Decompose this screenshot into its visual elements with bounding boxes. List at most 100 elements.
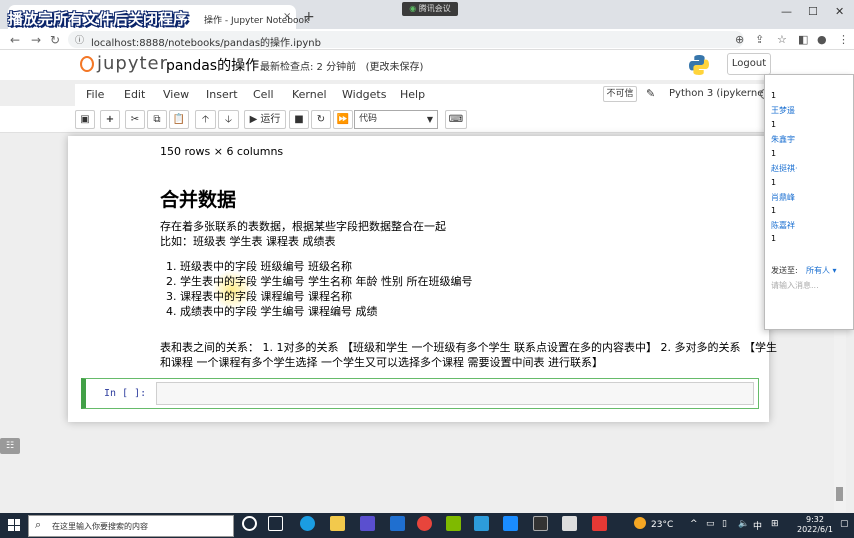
insert-cell-button[interactable]: + <box>100 110 120 129</box>
save-button[interactable]: ▣ <box>75 110 95 129</box>
zoom-icon[interactable]: ⊕ <box>735 33 744 46</box>
chat-message: 1 <box>771 234 777 243</box>
menu-file[interactable]: File <box>86 88 104 101</box>
cell-prompt: In [ ]: <box>104 388 147 399</box>
edge-icon[interactable] <box>300 516 315 531</box>
close-window-button[interactable]: ✕ <box>835 5 844 18</box>
store-icon[interactable] <box>360 516 375 531</box>
minimize-button[interactable]: — <box>781 5 792 18</box>
info-icon[interactable]: ⓘ <box>75 33 84 46</box>
battery-icon[interactable]: ▯ <box>722 519 727 529</box>
chat-input[interactable]: 请输入消息... <box>771 280 819 291</box>
notification-icon[interactable]: ▢ <box>840 519 849 529</box>
tab-close-icon[interactable]: × <box>283 11 291 22</box>
meeting-label: 腾讯会议 <box>418 4 451 13</box>
run-button[interactable]: ▶ 运行 <box>244 110 286 129</box>
side-toggle-button[interactable]: ☷ <box>0 438 20 454</box>
code-input[interactable] <box>156 382 754 405</box>
menu-kernel[interactable]: Kernel <box>292 88 327 101</box>
scrollbar-thumb[interactable] <box>836 487 843 501</box>
cut-button[interactable]: ✂ <box>125 110 145 129</box>
chat-message: 1 <box>771 120 777 129</box>
forward-arrow-icon[interactable]: → <box>31 33 41 47</box>
network-icon[interactable]: ▭ <box>706 519 715 529</box>
menu-edit[interactable]: Edit <box>124 88 145 101</box>
profile-icon[interactable]: ● <box>817 33 827 46</box>
chat-sender: 陈嘉祥 <box>771 221 795 230</box>
meeting-indicator[interactable]: ◉ 腾讯会议 <box>402 2 458 16</box>
wps-icon[interactable] <box>592 516 607 531</box>
paste-button[interactable]: 📋 <box>169 110 189 129</box>
dataframe-shape: 150 rows × 6 columns <box>160 145 284 158</box>
new-tab-button[interactable]: + <box>303 9 315 25</box>
menu-insert[interactable]: Insert <box>206 88 238 101</box>
markdown-paragraph-1: 存在着多张联系的表数据，根据某些字段把数据整合在一起 <box>160 220 446 233</box>
tencent-meeting-icon[interactable] <box>503 516 518 531</box>
paste-icon: 📋 <box>172 114 186 125</box>
windows-start-icon[interactable] <box>8 519 20 531</box>
chat-sender: 王梦遥 <box>771 106 795 115</box>
jupyter-logo-text[interactable]: jupyter <box>97 53 168 74</box>
chrome-icon[interactable] <box>417 516 432 531</box>
browser-menu-icon[interactable]: ⋮ <box>838 33 849 46</box>
checkpoint-status: 最新检查点: 2 分钟前 (更改未保存) <box>260 58 423 73</box>
input-language[interactable]: 中 <box>753 519 762 532</box>
chat-sender: 肖鼎峰 <box>771 193 795 202</box>
menu-widgets[interactable]: Widgets <box>342 88 386 101</box>
vs-app-icon[interactable] <box>474 516 489 531</box>
menu-view[interactable]: View <box>163 88 189 101</box>
chat-message: 1 <box>771 149 777 158</box>
chat-message: 1 <box>771 178 777 187</box>
list-item: 3. 课程表中的字段 课程编号 课程名称 <box>166 290 352 303</box>
grid-app-icon[interactable] <box>446 516 461 531</box>
clock-time: 9:32 <box>805 515 824 524</box>
move-down-button[interactable]: 🡣 <box>218 110 239 129</box>
weather-icon[interactable] <box>634 517 646 529</box>
chevron-down-icon: ▼ <box>426 115 433 124</box>
sidepanel-icon[interactable]: ◧ <box>798 33 808 46</box>
clock[interactable]: 9:32 2022/6/1 <box>797 515 833 535</box>
copy-button[interactable]: ⧉ <box>147 110 167 129</box>
restart-run-all-button[interactable]: ⏩ <box>333 110 353 129</box>
move-up-button[interactable]: 🡡 <box>195 110 216 129</box>
checkpoint-text: 最新检查点: 2 分钟前 <box>260 62 357 73</box>
menu-cell[interactable]: Cell <box>253 88 274 101</box>
cell-type-select[interactable]: 代码 ▼ <box>354 110 438 129</box>
untrusted-badge[interactable]: 不可信 <box>603 86 637 102</box>
notebook-name[interactable]: pandas的操作 <box>166 55 259 75</box>
clock-date: 2022/6/1 <box>797 525 833 534</box>
file-explorer-icon[interactable] <box>330 516 345 531</box>
share-icon[interactable]: ⇪ <box>755 33 764 46</box>
cortana-icon[interactable] <box>242 516 257 531</box>
meeting-icon: ◉ <box>409 4 419 13</box>
logout-button[interactable]: Logout <box>727 53 771 75</box>
relations-text-line-1: 表和表之间的关系： 1. 1对多的关系 【班级和学生 一个班级有多个学生 联系点… <box>160 341 777 354</box>
interrupt-button[interactable]: ■ <box>289 110 309 129</box>
markdown-paragraph-2: 比如：班级表 学生表 课程表 成绩表 <box>160 235 336 248</box>
temperature[interactable]: 23°C <box>651 520 673 530</box>
copy-icon: ⧉ <box>153 114 161 125</box>
ime-icon[interactable]: ⊞ <box>771 519 779 529</box>
bookmark-star-icon[interactable]: ☆ <box>777 33 787 46</box>
terminal-icon[interactable] <box>533 516 548 531</box>
scissors-icon: ✂ <box>130 114 140 125</box>
task-view-icon[interactable] <box>268 516 283 531</box>
url-text[interactable]: localhost:8888/notebooks/pandas的操作.ipynb <box>91 34 321 49</box>
maximize-button[interactable]: ☐ <box>808 5 818 18</box>
jupyter-logo-icon[interactable] <box>80 56 94 72</box>
recipient-select[interactable]: 所有人 ▾ <box>806 265 837 276</box>
arrow-down-icon: 🡣 <box>224 114 233 125</box>
command-palette-button[interactable]: ⌨ <box>445 110 467 129</box>
restart-button[interactable]: ↻ <box>311 110 331 129</box>
unsaved-text: (更改未保存) <box>365 62 424 73</box>
back-arrow-icon[interactable]: ← <box>10 33 20 47</box>
list-item: 1. 班级表中的字段 班级编号 班级名称 <box>166 260 352 273</box>
reload-icon[interactable]: ↻ <box>50 33 60 47</box>
mail-icon[interactable] <box>390 516 405 531</box>
tray-chevron-icon[interactable]: ^ <box>690 519 698 529</box>
volume-icon[interactable]: 🔈 <box>738 519 749 529</box>
kernel-name[interactable]: Python 3 (ipykernel) <box>669 88 770 99</box>
menu-help[interactable]: Help <box>400 88 425 101</box>
typora-icon[interactable] <box>562 516 577 531</box>
pencil-icon[interactable]: ✎ <box>646 87 655 100</box>
